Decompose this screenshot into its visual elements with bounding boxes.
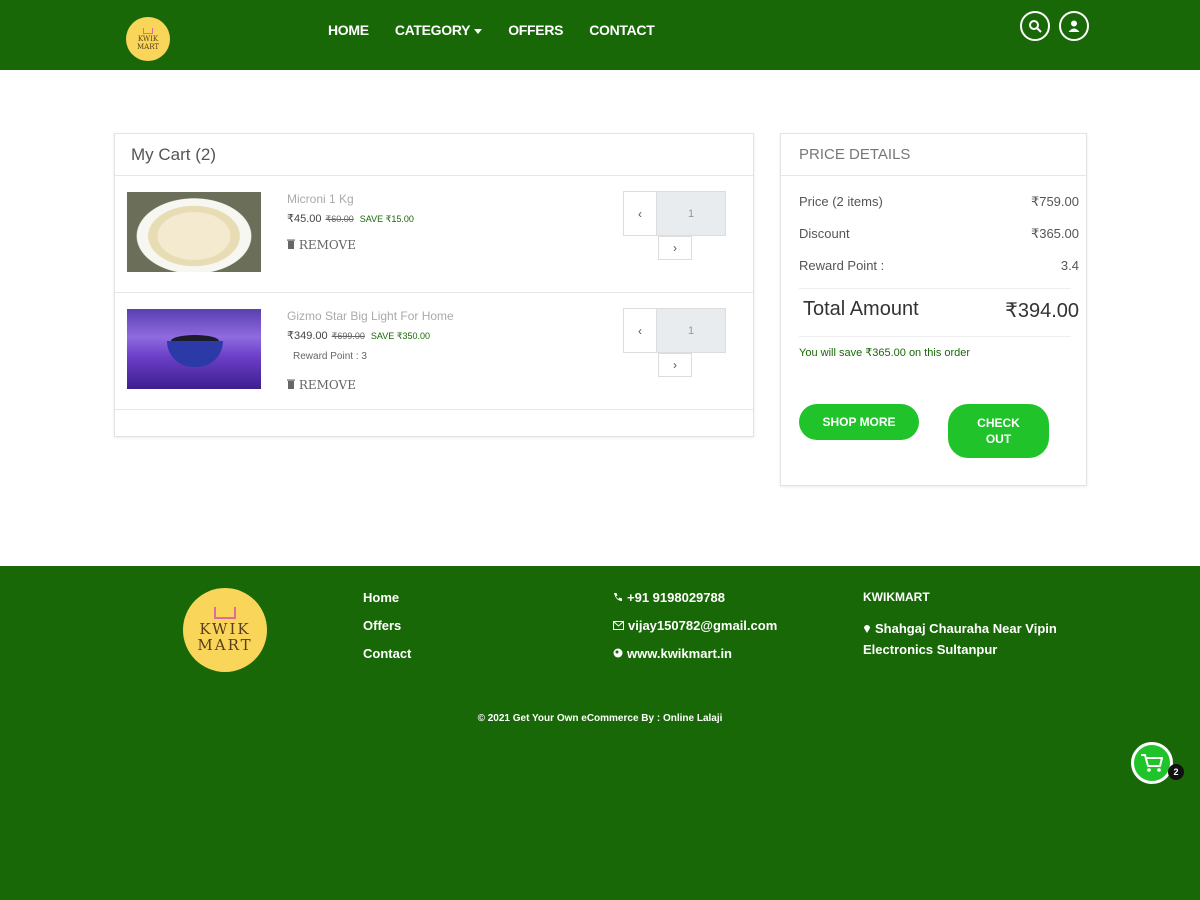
trash-icon: [287, 379, 295, 389]
remove-label: REMOVE: [298, 378, 356, 392]
footer-address: Shahgaj Chauraha Near Vipin Electronics …: [863, 618, 1057, 660]
discount-label: Discount: [799, 226, 850, 241]
price-details-panel: PRICE DETAILS Price (2 items) ₹759.00 Di…: [780, 133, 1087, 486]
footer-phone[interactable]: +91 9198029788: [613, 590, 725, 605]
search-button[interactable]: [1020, 11, 1050, 41]
chevron-left-icon: ‹: [638, 323, 642, 338]
chevron-right-icon: ›: [673, 358, 677, 372]
product-image-lamp[interactable]: [127, 309, 261, 389]
footer: KWIK MART Home Offers Contact +91 919802…: [0, 566, 1200, 900]
user-icon: [1068, 20, 1080, 32]
footer-link-offers[interactable]: Offers: [363, 618, 401, 633]
globe-icon: [613, 648, 623, 658]
trash-icon: [287, 239, 295, 249]
product-price: ₹45.00: [287, 213, 322, 225]
checkout-label-line2: OUT: [985, 432, 1012, 446]
total-value: ₹394.00: [1005, 300, 1079, 322]
discount-row: Discount ₹365.00: [799, 226, 1079, 242]
qty-increase-button[interactable]: ›: [658, 236, 692, 260]
top-navbar: KWIK MART HOME CATEGORY OFFERS CONTACT: [0, 0, 1200, 70]
product-old-price: ₹60.00: [325, 214, 354, 224]
savings-note: You will save ₹365.00 on this order: [799, 347, 971, 359]
cart-icon: [1141, 754, 1163, 772]
footer-brand: KWIKMART: [863, 590, 930, 604]
price-row: Price (2 items) ₹759.00: [799, 194, 1079, 210]
logo-cart-icon: [143, 27, 153, 34]
reward-value: 3.4: [1060, 258, 1079, 273]
nav-offers[interactable]: OFFERS: [508, 22, 563, 38]
email-text: vijay150782@gmail.com: [628, 618, 778, 633]
kwikmart-logo[interactable]: KWIK MART: [126, 17, 170, 61]
product-name[interactable]: Microni 1 Kg: [287, 192, 354, 206]
qty-value: 1: [687, 324, 695, 337]
logo-text-line1: KWIK: [137, 34, 159, 43]
nav-contact[interactable]: CONTACT: [589, 22, 655, 38]
qty-input[interactable]: 1: [656, 191, 726, 236]
mail-icon: [613, 621, 624, 630]
chevron-left-icon: ‹: [638, 206, 642, 221]
cart-item: Microni 1 Kg ₹45.00 ₹60.00 SAVE ₹15.00 REM…: [115, 176, 753, 293]
reward-label: Reward Point :: [799, 258, 885, 273]
qty-value: 1: [687, 207, 695, 220]
footer-link-home[interactable]: Home: [363, 590, 399, 605]
discount-value: ₹365.00: [1030, 226, 1079, 241]
reward-row: Reward Point : 3.4: [799, 258, 1079, 273]
divider: [799, 336, 1071, 337]
cart-title: My Cart (2): [115, 134, 753, 176]
copyright-text: © 2021 Get Your Own eCommerce By : Onlin…: [477, 713, 723, 724]
search-icon: [1029, 20, 1042, 33]
remove-button[interactable]: REMOVE: [287, 238, 356, 252]
remove-label: REMOVE: [298, 238, 356, 252]
logo-cart-icon: [214, 607, 236, 619]
nav-home[interactable]: HOME: [328, 22, 369, 38]
nav-category[interactable]: CATEGORY: [394, 22, 483, 38]
divider: [799, 288, 1071, 289]
footer-website[interactable]: www.kwikmart.in: [613, 646, 732, 661]
product-save: SAVE ₹350.00: [370, 331, 431, 341]
price-value: ₹759.00: [1030, 194, 1079, 209]
cart-count-badge: 2: [1168, 764, 1184, 780]
product-save: SAVE ₹15.00: [359, 214, 414, 224]
chevron-right-icon: ›: [673, 241, 677, 255]
phone-icon: [614, 593, 622, 601]
total-label: Total Amount: [803, 298, 919, 320]
price-label: Price (2 items): [799, 194, 883, 209]
address-line1: Shahgaj Chauraha Near Vipin: [875, 621, 1057, 636]
logo-text-line2: MART: [197, 636, 253, 654]
nav-category-label: CATEGORY: [394, 22, 471, 38]
remove-button[interactable]: REMOVE: [287, 378, 356, 392]
product-name[interactable]: Gizmo Star Big Light For Home: [287, 309, 454, 323]
total-row: Total Amount ₹394.00: [803, 298, 1079, 323]
caret-down-icon: [474, 28, 483, 34]
footer-link-contact[interactable]: Contact: [363, 646, 411, 661]
logo-text-line2: MART: [136, 42, 160, 51]
floating-cart-button[interactable]: [1131, 742, 1173, 784]
map-pin-icon: [864, 625, 870, 633]
phone-text: +91 9198029788: [627, 590, 725, 605]
footer-logo[interactable]: KWIK MART: [183, 588, 267, 672]
footer-email[interactable]: vijay150782@gmail.com: [613, 618, 777, 633]
logo-text-line1: KWIK: [199, 620, 251, 638]
product-image-cashew[interactable]: [127, 192, 261, 272]
main-nav: HOME CATEGORY OFFERS CONTACT: [328, 22, 655, 38]
website-text: www.kwikmart.in: [627, 646, 732, 661]
account-button[interactable]: [1059, 11, 1089, 41]
product-old-price: ₹699.00: [331, 331, 365, 341]
address-line2: Electronics Sultanpur: [863, 642, 998, 657]
cart-panel: My Cart (2) Microni 1 Kg ₹45.00 ₹60.00 SAV…: [114, 133, 754, 437]
price-details-title: PRICE DETAILS: [781, 134, 1086, 176]
shop-more-button[interactable]: SHOP MORE: [799, 404, 919, 440]
qty-decrease-button[interactable]: ‹: [623, 308, 657, 353]
qty-decrease-button[interactable]: ‹: [623, 191, 657, 236]
product-price-row: ₹45.00 ₹60.00 SAVE ₹15.00: [287, 212, 414, 225]
product-price: ₹349.00: [287, 330, 328, 342]
qty-input[interactable]: 1: [656, 308, 726, 353]
checkout-label-line1: CHECK: [977, 416, 1020, 430]
reward-point-label: Reward Point : 3: [293, 351, 367, 362]
product-price-row: ₹349.00 ₹699.00 SAVE ₹350.00: [287, 329, 430, 342]
qty-increase-button[interactable]: ›: [658, 353, 692, 377]
checkout-button[interactable]: CHECK OUT: [948, 404, 1049, 458]
cart-item: Gizmo Star Big Light For Home ₹349.00 ₹69…: [115, 293, 753, 410]
